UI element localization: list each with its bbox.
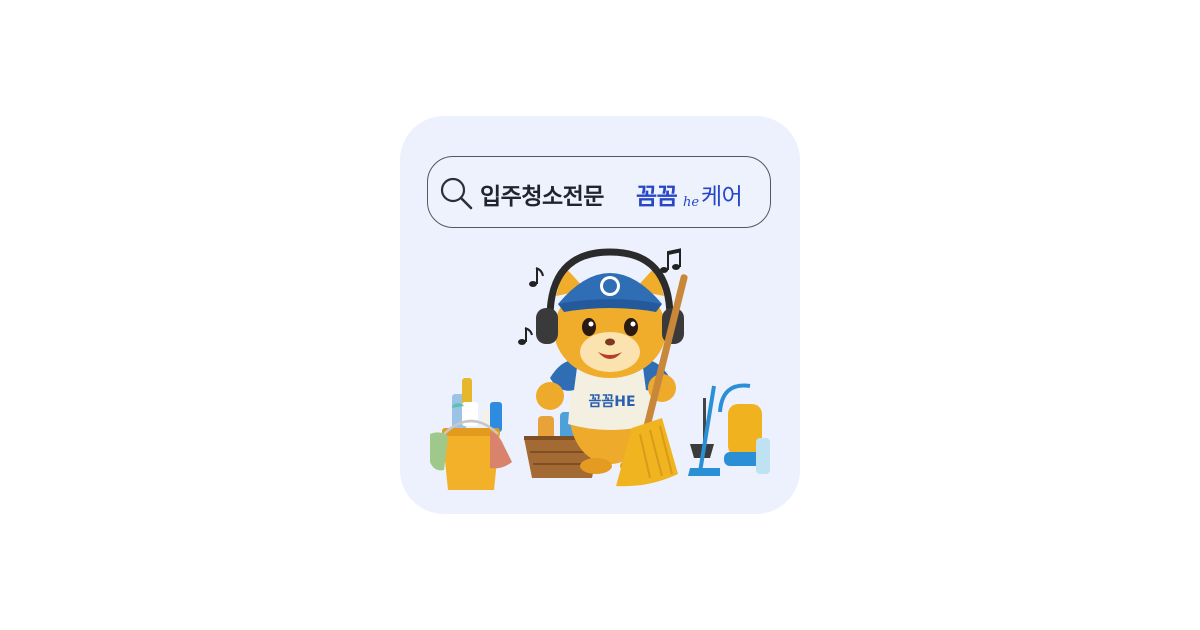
promo-card: 입주청소전문 꼼꼼 he 케어 꼼꼼HE <box>400 116 800 514</box>
double-music-note-icon <box>660 248 681 273</box>
cleaning-mascot-illustration: 꼼꼼HE <box>430 248 770 490</box>
vacuum-cleaner <box>688 383 770 476</box>
mascot-shirt-text: 꼼꼼HE <box>588 394 635 410</box>
music-note-icon <box>518 327 533 345</box>
cleaning-bucket <box>430 378 512 490</box>
music-note-icon <box>529 267 544 287</box>
